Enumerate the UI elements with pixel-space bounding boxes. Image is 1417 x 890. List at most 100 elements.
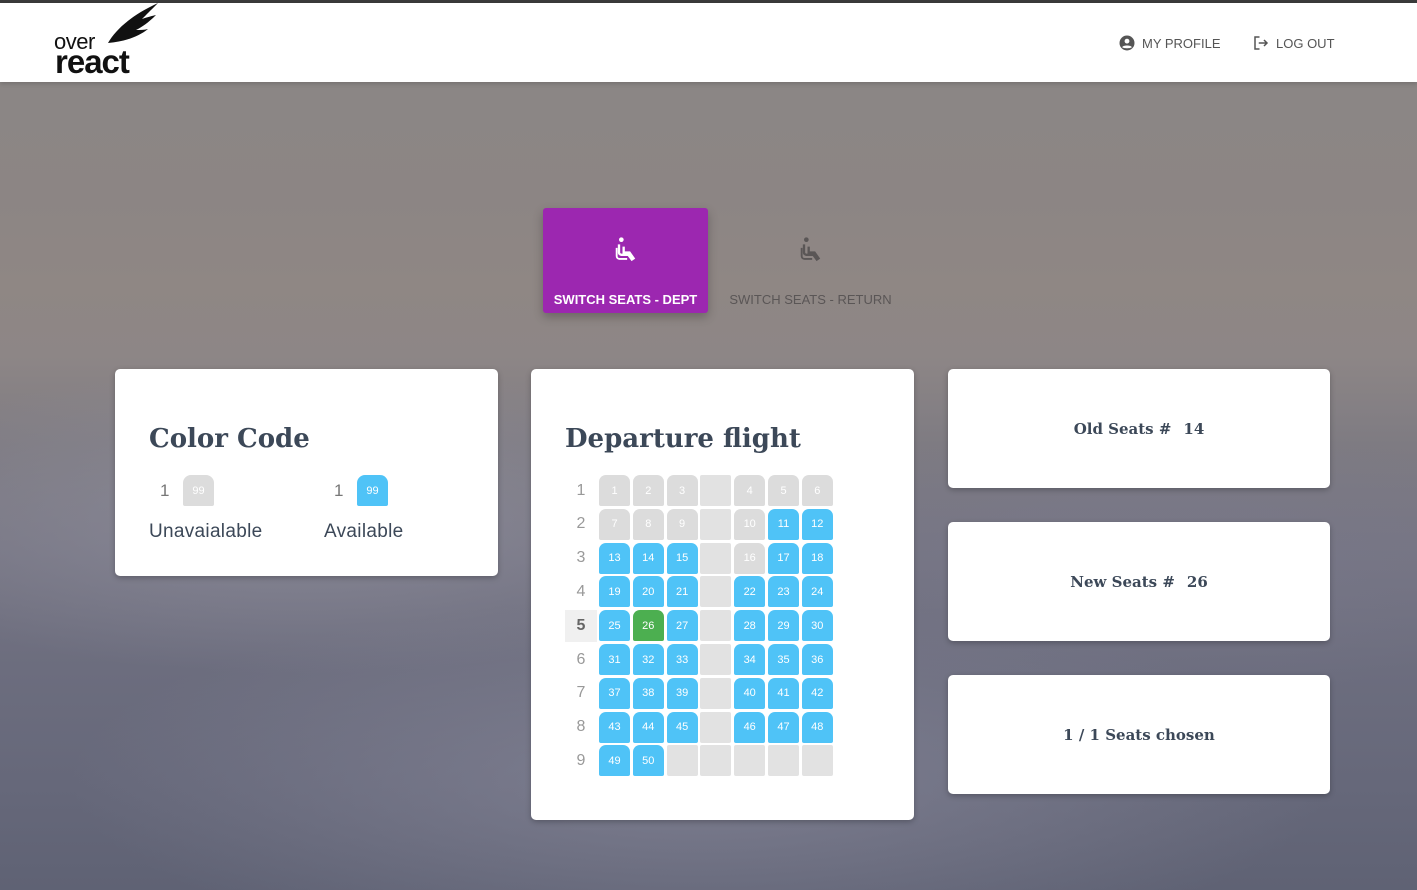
tab-switch-seats-dept[interactable]: SWITCH SEATS - DEPT — [543, 208, 708, 313]
color-code-card — [115, 369, 498, 576]
seat-row-label: 6 — [576, 650, 586, 668]
seat-13[interactable]: 13 — [599, 542, 630, 574]
seat-18[interactable]: 18 — [801, 542, 833, 574]
seat-11[interactable]: 11 — [768, 508, 799, 540]
new-seats-card: New Seats # 26 — [948, 522, 1330, 641]
seat-37[interactable]: 37 — [599, 677, 630, 709]
seats-chosen-card: 1 / 1 Seats chosen — [948, 675, 1330, 794]
old-seats-label: Old Seats # — [1073, 419, 1172, 438]
seat-row-label: 9 — [576, 751, 586, 769]
seat-40[interactable]: 40 — [734, 677, 766, 709]
legend-label-available: Available — [324, 521, 404, 542]
seat-30[interactable]: 30 — [801, 610, 833, 642]
seat-14[interactable]: 14 — [632, 542, 664, 574]
legend-seat-available: 99 — [357, 475, 388, 506]
aisle-gap — [801, 745, 833, 777]
aisle-gap — [700, 677, 732, 709]
departure-flight-title: Departure flight — [565, 424, 801, 454]
aisle-gap — [700, 475, 732, 506]
legend-seat-unavailable: 99 — [183, 475, 214, 506]
seat-21[interactable]: 21 — [666, 576, 698, 608]
seat-row-label: 3 — [576, 549, 586, 567]
app-header: over react MY PROFILE LOG OUT — [0, 3, 1417, 82]
aisle-gap — [700, 711, 732, 743]
tab-dept-label: SWITCH SEATS - DEPT — [553, 292, 698, 307]
aisle-gap — [700, 745, 732, 777]
log-out-link[interactable]: LOG OUT — [1252, 33, 1335, 53]
seat-23[interactable]: 23 — [768, 576, 799, 608]
seat-48[interactable]: 48 — [801, 711, 833, 743]
seat-3[interactable]: 3 — [666, 475, 698, 506]
seat-31[interactable]: 31 — [599, 644, 630, 675]
seat-33[interactable]: 33 — [666, 644, 698, 675]
seat-2[interactable]: 2 — [632, 475, 664, 506]
seat-12[interactable]: 12 — [801, 508, 833, 540]
seat-44[interactable]: 44 — [632, 711, 664, 743]
seat-46[interactable]: 46 — [734, 711, 766, 743]
seat-row-label: 7 — [576, 684, 586, 702]
aisle-gap — [700, 542, 732, 574]
seat-22[interactable]: 22 — [734, 576, 766, 608]
new-seats-value: 26 — [1186, 572, 1208, 591]
seat-39[interactable]: 39 — [666, 677, 698, 709]
seat-45[interactable]: 45 — [666, 711, 698, 743]
seat-9[interactable]: 9 — [666, 508, 698, 540]
account-circle-icon — [1119, 35, 1135, 51]
aisle-gap — [734, 745, 766, 777]
airline-seat-icon — [800, 237, 820, 262]
seat-5[interactable]: 5 — [768, 475, 799, 506]
aisle-gap — [700, 610, 732, 642]
seat-row-label: 1 — [576, 481, 586, 499]
aisle-gap — [768, 745, 799, 777]
seat-28[interactable]: 28 — [734, 610, 766, 642]
seat-34[interactable]: 34 — [734, 644, 766, 675]
legend-row-number: 1 — [160, 481, 170, 500]
aisle-gap — [700, 576, 732, 608]
old-seats-value: 14 — [1183, 419, 1205, 438]
seat-38[interactable]: 38 — [632, 677, 664, 709]
new-seats-label: New Seats # — [1070, 572, 1175, 591]
wing-icon — [108, 3, 158, 43]
seat-42[interactable]: 42 — [801, 677, 833, 709]
my-profile-label: MY PROFILE — [1142, 35, 1221, 51]
aisle-gap — [700, 508, 732, 540]
seat-47[interactable]: 47 — [768, 711, 799, 743]
logo[interactable]: over react — [54, 3, 164, 80]
airline-seat-icon — [615, 237, 635, 262]
seat-24[interactable]: 24 — [801, 576, 833, 608]
seat-25[interactable]: 25 — [599, 610, 630, 642]
seat-26[interactable]: 26 — [632, 610, 664, 642]
seat-29[interactable]: 29 — [768, 610, 799, 642]
legend-row-number: 1 — [334, 481, 344, 500]
seat-49[interactable]: 49 — [599, 745, 630, 777]
seat-36[interactable]: 36 — [801, 644, 833, 675]
seat-27[interactable]: 27 — [666, 610, 698, 642]
seat-20[interactable]: 20 — [632, 576, 664, 608]
seat-10[interactable]: 10 — [734, 508, 766, 540]
aisle-gap — [700, 644, 732, 675]
seat-43[interactable]: 43 — [599, 711, 630, 743]
my-profile-link[interactable]: MY PROFILE — [1118, 33, 1221, 53]
logout-icon — [1254, 36, 1269, 50]
seat-32[interactable]: 32 — [632, 644, 664, 675]
seat-19[interactable]: 19 — [599, 576, 630, 608]
log-out-label: LOG OUT — [1276, 35, 1335, 51]
tab-return-label: SWITCH SEATS - RETURN — [729, 292, 892, 307]
seat-16[interactable]: 16 — [734, 542, 766, 574]
old-seats-card: Old Seats # 14 — [948, 369, 1330, 488]
seat-41[interactable]: 41 — [768, 677, 799, 709]
seat-35[interactable]: 35 — [768, 644, 799, 675]
seat-17[interactable]: 17 — [768, 542, 799, 574]
seat-4[interactable]: 4 — [734, 475, 766, 506]
seat-1[interactable]: 1 — [599, 475, 630, 506]
seat-8[interactable]: 8 — [632, 508, 664, 540]
seat-15[interactable]: 15 — [666, 542, 698, 574]
tab-switch-seats-return[interactable]: SWITCH SEATS - RETURN — [728, 208, 893, 313]
aisle-gap — [666, 745, 698, 777]
seat-7[interactable]: 7 — [599, 508, 630, 540]
seat-50[interactable]: 50 — [632, 745, 664, 777]
seat-6[interactable]: 6 — [801, 475, 833, 506]
legend-label-unavailable: Unavaialable — [149, 521, 263, 542]
seat-row-label: 5 — [565, 609, 597, 642]
seats-chosen-text: 1 / 1 Seats chosen — [1063, 725, 1215, 744]
